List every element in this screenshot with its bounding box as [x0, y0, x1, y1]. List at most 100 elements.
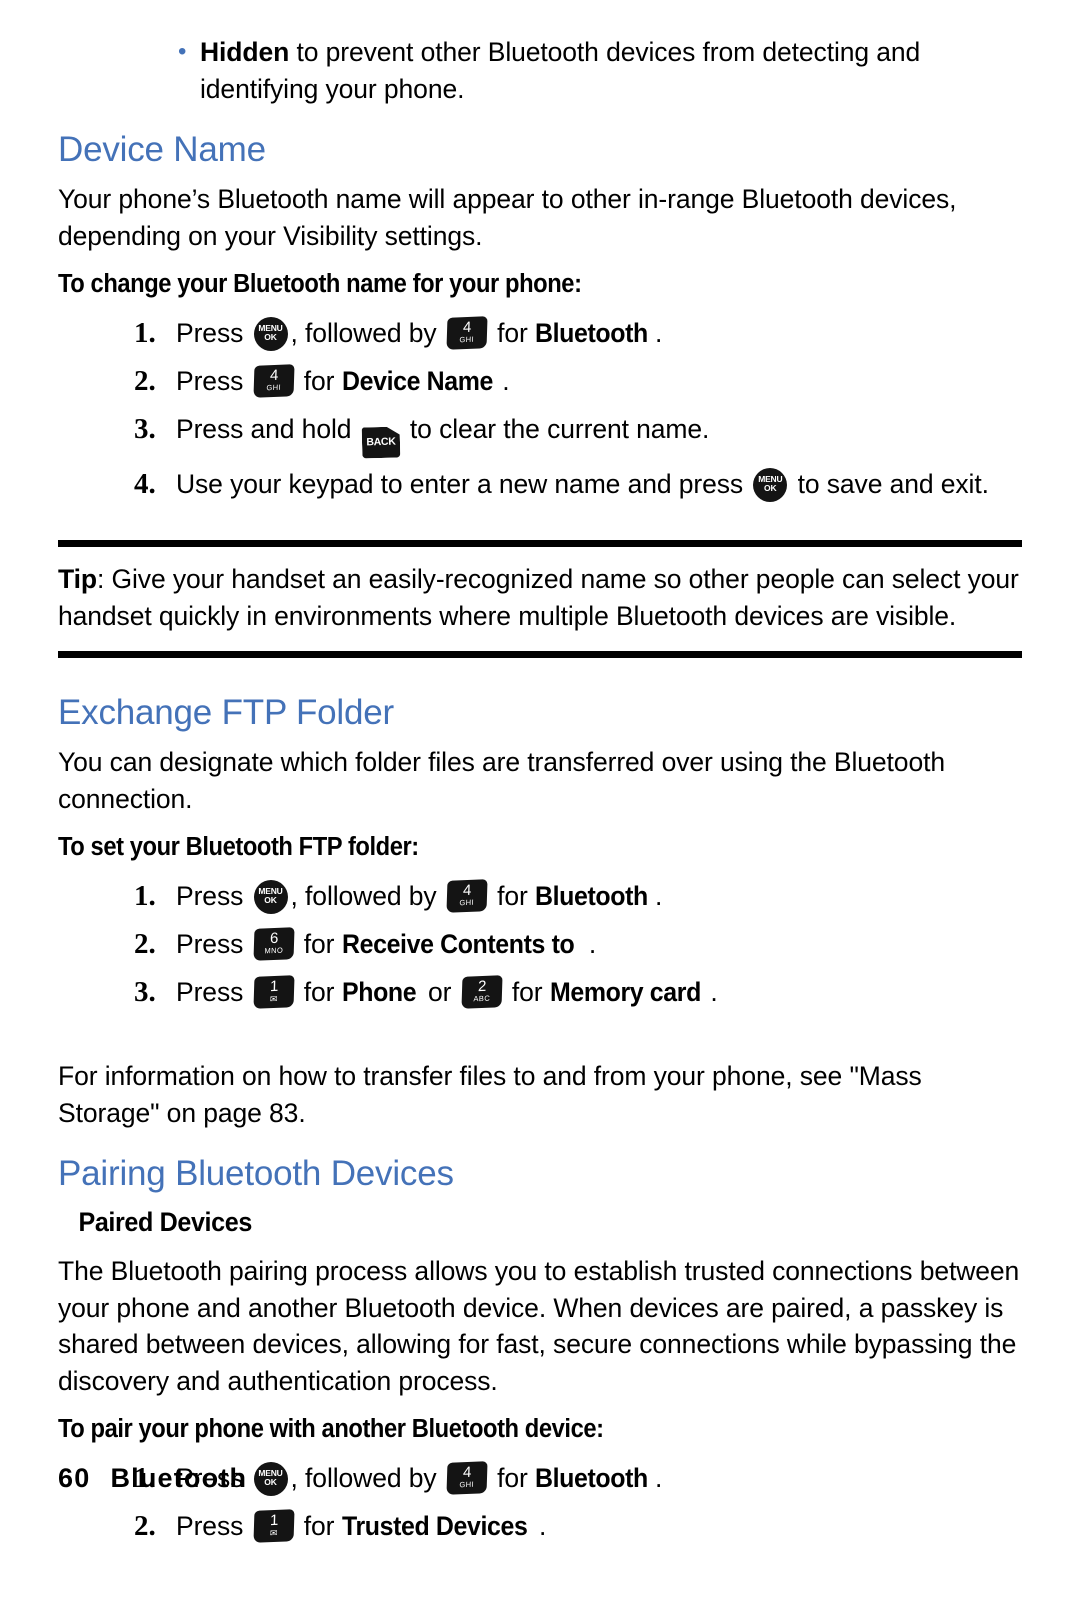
tip-body: : Give your handset an easily-recognized…	[58, 564, 1019, 631]
step-item: 4. Use your keypad to enter a new name a…	[58, 462, 1022, 506]
step-mid: , followed by	[290, 318, 437, 348]
step-item: 1. Press MENU OK, followed by 4 GHI for Bl…	[58, 874, 1022, 918]
step-tail: .	[538, 1511, 547, 1541]
manual-page: • Hidden to prevent other Bluetooth devi…	[0, 0, 1080, 1622]
step-post-plain: for	[497, 881, 528, 911]
step-post-plain: for	[497, 318, 528, 348]
bullet-text: Hidden to prevent other Bluetooth device…	[200, 34, 1022, 107]
keypad-4-key-icon: 4 GHI	[446, 316, 488, 350]
footer-section-label: Bluetooth	[110, 1463, 248, 1493]
bullet-dot-icon: •	[178, 38, 187, 65]
keypad-1-key-icon: 1 ✉	[252, 1509, 295, 1543]
back-key-icon: BACK	[361, 427, 400, 459]
step-mid: , followed by	[290, 1463, 437, 1493]
step-text: Press 1 ✉ for Phone or 2 ABC for Memory ca…	[176, 970, 1022, 1014]
step-text: Press MENU OK, followed by 4 GHI for Bluet…	[176, 1456, 1022, 1500]
heading-device-name: Device Name	[58, 130, 266, 169]
step-post-plain: to clear the current name.	[409, 414, 710, 444]
step-number: 1.	[134, 880, 156, 912]
step-text: Press MENU OK, followed by 4 GHI for Bluet…	[176, 311, 1022, 355]
bullet-rest: to prevent other Bluetooth devices from …	[200, 37, 921, 104]
step-text: Use your keypad to enter a new name and …	[176, 462, 1022, 506]
step-post-plain-2: for	[511, 977, 543, 1007]
step-post-bold: Bluetooth	[534, 1463, 648, 1493]
step-item: 2. Press 6 MNO for Receive Contents to.	[58, 922, 1022, 966]
step-post-plain: to save and exit.	[797, 469, 989, 499]
step-post-plain: for	[497, 1463, 528, 1493]
step-post-plain: for	[303, 1511, 335, 1541]
task-heading-set-ftp-folder: To set your Bluetooth FTP folder:	[58, 833, 419, 861]
step-pre: Press	[176, 977, 244, 1007]
device-name-intro: Your phone’s Bluetooth name will appear …	[58, 184, 957, 251]
keypad-1-key-icon: 1 ✉	[252, 975, 295, 1009]
menu-ok-key-icon: MENU OK	[253, 1462, 288, 1496]
step-post-bold-2: Memory card	[549, 977, 701, 1007]
step-number: 4.	[134, 468, 156, 500]
tip-rule-top	[58, 540, 1022, 547]
step-number: 3.	[134, 413, 156, 445]
step-mid: , followed by	[290, 881, 437, 911]
tip-rule-bottom	[58, 651, 1022, 658]
step-pre: Press and hold	[176, 414, 352, 444]
step-post-plain: for	[303, 977, 335, 1007]
step-tail: .	[502, 366, 510, 396]
tip-callout: Tip: Give your handset an easily-recogni…	[58, 540, 1022, 658]
step-mid2: or	[427, 977, 452, 1007]
subheading-paired-devices: Paired Devices	[78, 1207, 252, 1237]
step-tail: .	[710, 977, 718, 1007]
step-tail: .	[655, 881, 663, 911]
step-pre: Press	[176, 881, 244, 911]
step-item: 1. Press MENU OK, followed by 4 GHI for Bl…	[58, 311, 1022, 355]
step-post-bold: Receive Contents to	[341, 929, 575, 959]
step-tail: .	[655, 318, 663, 348]
task-heading-change-bluetooth-name: To change your Bluetooth name for your p…	[58, 270, 582, 298]
step-text: Press and hold BACK to clear the current…	[176, 407, 1022, 458]
keypad-2-key-icon: 2 ABC	[461, 975, 503, 1009]
keypad-4-key-icon: 4 GHI	[446, 879, 488, 913]
page-footer: 60 Bluetooth	[58, 1463, 247, 1494]
task-heading-pair-phone: To pair your phone with another Bluetoot…	[58, 1415, 604, 1443]
heading-pairing-bluetooth-devices: Pairing Bluetooth Devices	[58, 1154, 454, 1193]
step-item: 3. Press and hold BACK to clear the curr…	[58, 407, 1022, 458]
step-text: Press MENU OK, followed by 4 GHI for Bluet…	[176, 874, 1022, 918]
keypad-4-key-icon: 4 GHI	[446, 1461, 488, 1495]
step-post-bold: Bluetooth	[534, 318, 648, 348]
step-pre: Press	[176, 929, 244, 959]
heading-exchange-ftp-folder: Exchange FTP Folder	[58, 693, 394, 732]
step-post-plain: for	[303, 929, 335, 959]
step-item: 2. Press 4 GHI for Device Name.	[58, 359, 1022, 403]
menu-ok-key-icon: MENU OK	[253, 880, 288, 914]
step-number: 1.	[134, 317, 156, 349]
step-number: 2.	[134, 1510, 156, 1542]
step-pre: Press	[176, 1511, 244, 1541]
step-text: Press 4 GHI for Device Name.	[176, 359, 1022, 403]
tip-label: Tip	[58, 564, 97, 594]
step-number: 3.	[134, 976, 156, 1008]
step-text: Press 6 MNO for Receive Contents to.	[176, 922, 1022, 966]
step-text: Press 1 ✉ for Trusted Devices.	[176, 1504, 1022, 1548]
step-item: 2. Press 1 ✉ for Trusted Devices.	[58, 1504, 1022, 1548]
mass-storage-note: For information on how to transfer files…	[58, 1061, 922, 1128]
keypad-6-key-icon: 6 MNO	[252, 927, 295, 961]
menu-ok-key-icon: MENU OK	[253, 317, 288, 351]
bullet-item-hidden: • Hidden to prevent other Bluetooth devi…	[58, 34, 1022, 107]
pairing-body: The Bluetooth pairing process allows you…	[58, 1256, 1020, 1396]
step-tail: .	[588, 929, 597, 959]
menu-ok-key-icon: MENU OK	[753, 468, 788, 502]
step-pre: Press	[176, 366, 244, 396]
step-tail: .	[655, 1463, 663, 1493]
step-post-bold: Device Name	[341, 366, 493, 396]
keypad-4-key-icon: 4 GHI	[252, 364, 295, 398]
tip-text: Tip: Give your handset an easily-recogni…	[58, 547, 1022, 651]
bullet-term: Hidden	[200, 37, 290, 67]
step-post-bold: Trusted Devices	[341, 1511, 528, 1541]
step-pre: Press	[176, 318, 244, 348]
step-post-bold: Phone	[341, 977, 417, 1007]
step-post-plain: for	[303, 366, 335, 396]
exchange-ftp-intro: You can designate which folder files are…	[58, 747, 945, 814]
footer-page-number: 60	[58, 1463, 91, 1493]
step-post-bold: Bluetooth	[534, 881, 648, 911]
step-item: 3. Press 1 ✉ for Phone or 2 ABC for Memory…	[58, 970, 1022, 1014]
step-number: 2.	[134, 365, 156, 397]
step-number: 2.	[134, 928, 156, 960]
